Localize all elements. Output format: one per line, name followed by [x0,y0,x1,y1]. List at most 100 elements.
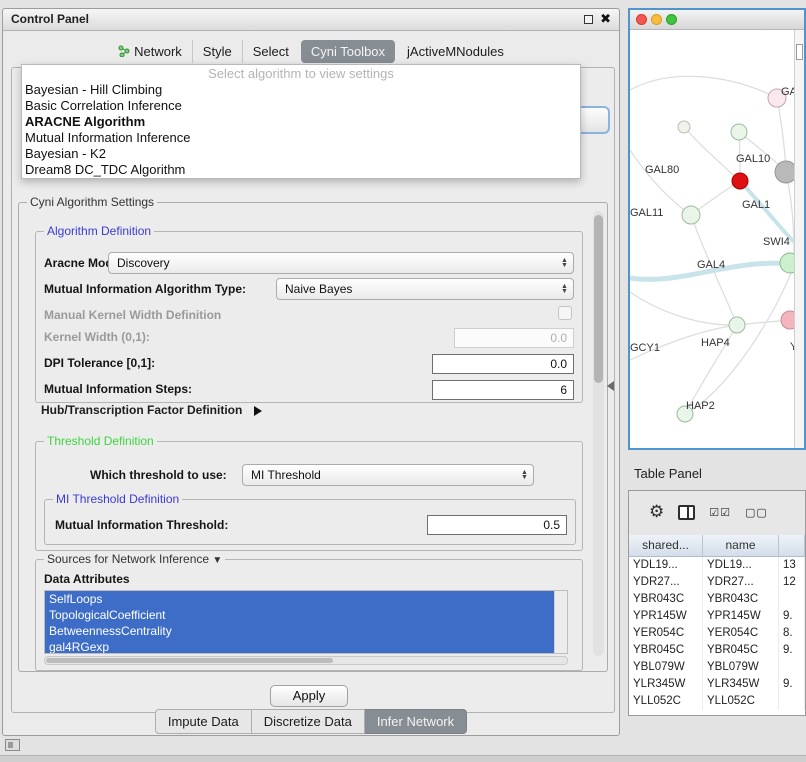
hub-transcription-section[interactable]: Hub/Transcription Factor Definition [41,403,262,417]
table-header: shared... name [629,535,805,557]
table-row[interactable]: YBL079W YBL079W [629,659,805,676]
bottom-tab-bar: Impute Data Discretize Data Infer Networ… [3,709,619,734]
close-icon[interactable]: ✖ [600,11,611,27]
column-header[interactable]: shared... [629,535,703,556]
group-title: Cyni Algorithm Settings [27,195,157,209]
table-cell: YPR145W [629,608,703,625]
table-row[interactable]: YBR043C YBR043C [629,591,805,608]
control-panel-window: Control Panel ✖ Network Style Select Cyn… [2,8,620,736]
table-cell: YPR145W [703,608,779,625]
mi-threshold-label: Mutual Information Threshold: [55,518,228,532]
tab-impute-data[interactable]: Impute Data [155,709,252,734]
aracne-mode-combobox[interactable]: Discovery ▲▼ [108,252,574,274]
table-toolbar: ⚙ ☑☑ ▢▢ [629,491,805,533]
table-cell: YDR27... [703,574,779,591]
splitter-collapse-handle[interactable] [607,381,614,391]
dpi-tolerance-label: DPI Tolerance [0,1]: [44,356,155,370]
apply-button[interactable]: Apply [270,685,348,707]
settings-scrollbar[interactable] [593,211,604,656]
tab-jactivemnodules[interactable]: jActiveMNodules [397,40,514,63]
popup-item[interactable]: Mutual Information Inference [22,130,580,146]
combobox-value: Naive Bayes [277,282,559,296]
table-cell: YLL052C [703,693,779,710]
scrollbar-thumb[interactable] [594,215,603,383]
zoom-traffic-light[interactable] [666,14,677,25]
list-vertical-scrollbar[interactable] [554,591,567,653]
table-cell: YBL079W [629,659,703,676]
cyni-algorithm-settings-group: Cyni Algorithm Settings Algorithm Defini… [18,202,608,672]
network-node[interactable] [731,124,747,140]
sources-title: Sources for Network Inference [47,552,209,566]
list-item[interactable]: TopologicalCoefficient [45,607,554,623]
table-row[interactable]: YER054C YER054C 8. [629,625,805,642]
scrollbar-thumb[interactable] [46,658,333,663]
tab-label: jActiveMNodules [407,44,504,59]
tab-select[interactable]: Select [242,40,299,63]
minimize-traffic-light[interactable] [651,14,662,25]
popup-item[interactable]: Bayesian - Hill Climbing [22,82,580,98]
manual-kernel-checkbox[interactable] [558,306,572,320]
node-label: GAL4 [697,259,725,271]
mi-threshold-field[interactable]: 0.5 [427,515,567,535]
network-node-highlighted[interactable] [732,173,748,189]
tab-infer-network[interactable]: Infer Network [365,709,467,734]
node-label: GAL [781,86,794,98]
network-canvas[interactable]: GAL GAL80 GAL10 GAL11 GAL1 SWI4 GAL4 GCY… [630,30,794,450]
table-row[interactable]: YPR145W YPR145W 9. [629,608,805,625]
network-vertical-scrollbar[interactable] [794,30,804,448]
network-node[interactable] [729,317,745,333]
node-table: shared... name YDL19... YDL19... 13 YDR2… [629,535,805,715]
which-threshold-combobox[interactable]: MI Threshold ▲▼ [242,464,534,486]
table-cell: YBR045C [703,642,779,659]
table-row[interactable]: YBR045C YBR045C 9. [629,642,805,659]
column-header[interactable] [779,535,805,556]
table-cell: YBR043C [629,591,703,608]
tab-label: Cyni Toolbox [311,44,385,59]
list-item[interactable]: SelfLoops [45,591,554,607]
dpi-tolerance-field[interactable]: 0.0 [432,354,574,374]
popup-item[interactable]: Dream8 DC_TDC Algorithm [22,162,580,178]
table-cell: YDL19... [629,557,703,574]
group-title[interactable]: Sources for Network Inference ▼ [44,552,225,566]
table-cell: YLR345W [703,676,779,693]
mi-steps-field[interactable]: 6 [432,380,574,400]
table-row[interactable]: YDL19... YDL19... 13 [629,557,805,574]
select-all-checks-icon[interactable]: ☑☑ [709,506,731,519]
table-row[interactable]: YLR345W YLR345W 9. [629,676,805,693]
kernel-width-field[interactable]: 0.0 [454,328,574,348]
tab-style[interactable]: Style [192,40,242,63]
network-window-titlebar[interactable] [630,10,804,30]
table-panel-window: ⚙ ☑☑ ▢▢ shared... name YDL19... YDL19...… [628,490,806,716]
tab-cyni-toolbox[interactable]: Cyni Toolbox [301,40,395,63]
columns-icon[interactable] [678,505,695,520]
list-horizontal-scrollbar[interactable] [44,656,568,665]
panel-collapse-icon[interactable] [5,739,20,751]
gear-icon[interactable]: ⚙ [649,502,664,522]
popup-item[interactable]: Basic Correlation Inference [22,98,580,114]
list-item[interactable]: gal4RGexp [45,639,554,654]
list-item[interactable]: BetweennessCentrality [45,623,554,639]
network-node[interactable] [682,206,700,224]
network-node[interactable] [678,121,690,133]
deselect-all-checks-icon[interactable]: ▢▢ [745,506,768,519]
mi-type-combobox[interactable]: Naive Bayes ▲▼ [276,278,574,300]
hub-label: Hub/Transcription Factor Definition [41,403,242,417]
network-node[interactable] [781,311,794,329]
popup-item-selected[interactable]: ARACNE Algorithm [22,114,580,130]
table-cell: YBR043C [703,591,779,608]
popup-item[interactable]: Bayesian - K2 [22,146,580,162]
scrollbar-thumb[interactable] [796,44,803,60]
float-window-icon[interactable] [584,15,593,24]
tab-network[interactable]: Network [108,40,192,63]
network-node[interactable] [775,161,794,183]
table-cell: 9. [779,608,805,625]
table-row[interactable]: YDR27... YDR27... 12 [629,574,805,591]
close-traffic-light[interactable] [636,14,647,25]
window-title: Control Panel [11,12,89,26]
control-panel-titlebar[interactable]: Control Panel ✖ [3,9,619,31]
data-attributes-list[interactable]: SelfLoops TopologicalCoefficient Between… [44,590,568,654]
table-row[interactable]: YLL052C YLL052C [629,693,805,710]
network-node[interactable] [780,253,794,273]
column-header[interactable]: name [703,535,779,556]
tab-discretize-data[interactable]: Discretize Data [252,709,365,734]
